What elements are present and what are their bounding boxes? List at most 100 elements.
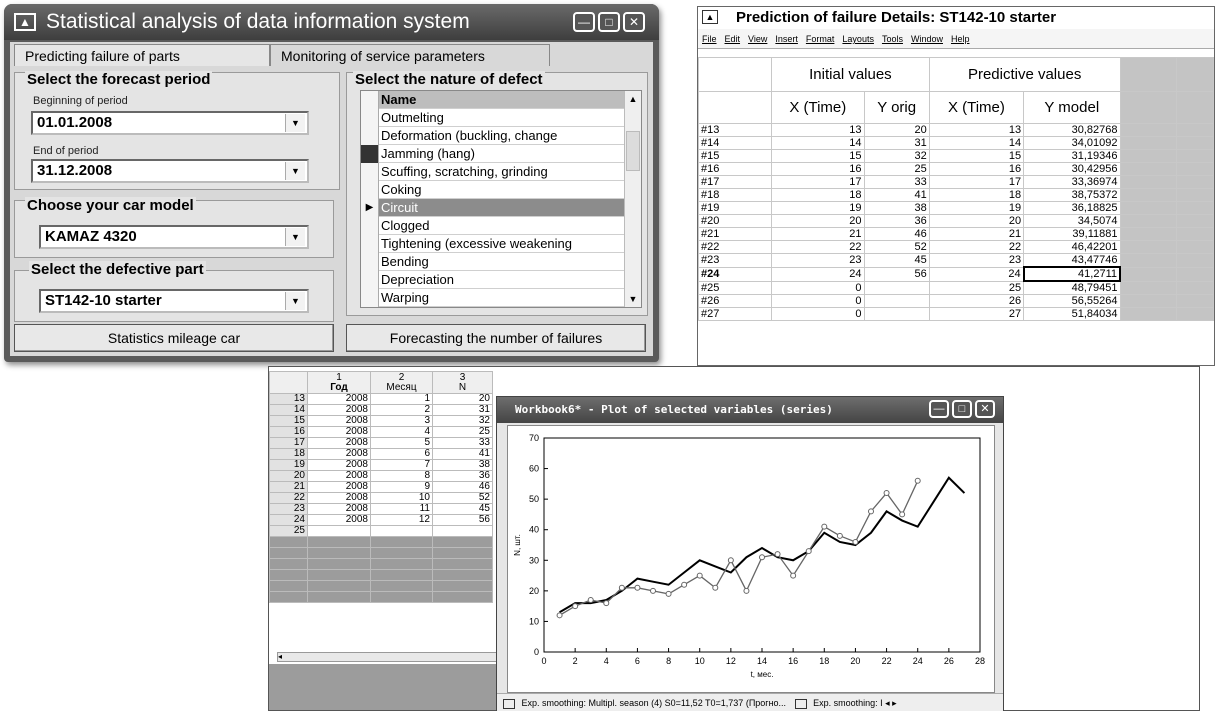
cell-y-model[interactable]: 34,5074 bbox=[1023, 214, 1121, 228]
cell-year[interactable] bbox=[307, 525, 371, 537]
scroll-left-icon[interactable]: ◂ bbox=[278, 652, 282, 661]
cell-year[interactable]: 2008 bbox=[307, 470, 371, 482]
chevron-down-icon[interactable]: ▼ bbox=[285, 114, 305, 132]
defect-list-scrollbar[interactable]: ▲ ▼ bbox=[624, 91, 641, 307]
cell-year[interactable]: 2008 bbox=[307, 415, 371, 427]
tab-predicting-failure[interactable]: Predicting failure of parts bbox=[14, 44, 270, 66]
cell-x[interactable]: 14 bbox=[771, 136, 865, 150]
row-id[interactable]: #17 bbox=[698, 175, 773, 189]
row-id[interactable]: #26 bbox=[698, 294, 773, 308]
cell-n[interactable]: 36 bbox=[432, 470, 493, 482]
end-date-field[interactable]: 31.12.2008 ▼ bbox=[31, 159, 309, 183]
cell-x-pred[interactable]: 25 bbox=[928, 280, 1025, 295]
cell-y-model[interactable]: 39,11881 bbox=[1023, 227, 1121, 241]
close-icon[interactable]: ✕ bbox=[975, 400, 995, 418]
row-number[interactable]: 24 bbox=[269, 514, 308, 526]
cell-y-model[interactable]: 30,42956 bbox=[1023, 162, 1121, 176]
cell-x[interactable]: 20 bbox=[771, 214, 865, 228]
cell-x[interactable]: 13 bbox=[771, 123, 865, 137]
table-row[interactable]: #16 16 25 16 30,42956 bbox=[698, 162, 1214, 176]
cell-y-model[interactable]: 48,79451 bbox=[1023, 280, 1121, 295]
defective-part-select[interactable]: ST142-10 starter ▼ bbox=[39, 289, 309, 313]
forecast-failures-button[interactable]: Forecasting the number of failures bbox=[346, 324, 646, 352]
close-icon[interactable]: ✕ bbox=[623, 12, 645, 32]
list-item[interactable]: Jamming (hang) bbox=[361, 145, 625, 163]
statistics-mileage-button[interactable]: Statistics mileage car bbox=[14, 324, 334, 352]
cell-x-pred[interactable]: 18 bbox=[928, 188, 1025, 202]
menu-edit[interactable]: Edit bbox=[725, 29, 741, 48]
cell-x-pred[interactable]: 22 bbox=[928, 240, 1025, 254]
cell-year[interactable]: 2008 bbox=[307, 514, 371, 526]
cell-x-pred[interactable]: 19 bbox=[928, 201, 1025, 215]
row-id[interactable]: #20 bbox=[698, 214, 773, 228]
list-item[interactable]: Warping bbox=[361, 289, 625, 307]
table-row[interactable]: 25 bbox=[269, 525, 493, 537]
cell-y-orig[interactable]: 56 bbox=[863, 266, 930, 282]
row-number[interactable]: 14 bbox=[269, 404, 308, 416]
table-row[interactable]: 18 2008 6 41 bbox=[269, 448, 493, 460]
table-row[interactable]: #13 13 20 13 30,82768 bbox=[698, 123, 1214, 137]
row-id[interactable]: #21 bbox=[698, 227, 773, 241]
cell-y-model[interactable]: 43,47746 bbox=[1023, 253, 1121, 268]
cell-year[interactable]: 2008 bbox=[307, 492, 371, 504]
row-id[interactable]: #27 bbox=[698, 307, 773, 321]
row-id[interactable]: #24 bbox=[698, 266, 773, 282]
table-row[interactable]: 17 2008 5 33 bbox=[269, 437, 493, 449]
row-number[interactable]: 15 bbox=[269, 415, 308, 427]
table-row[interactable]: #15 15 32 15 31,19346 bbox=[698, 149, 1214, 163]
cell-x[interactable]: 0 bbox=[771, 307, 865, 321]
cell-month[interactable]: 8 bbox=[370, 470, 433, 482]
cell-y-orig[interactable]: 32 bbox=[863, 149, 930, 163]
cell-month[interactable]: 5 bbox=[370, 437, 433, 449]
maximize-icon[interactable]: □ bbox=[598, 12, 620, 32]
row-id[interactable]: #19 bbox=[698, 201, 773, 215]
cell-n[interactable]: 56 bbox=[432, 514, 493, 526]
scroll-down-icon[interactable]: ▼ bbox=[625, 291, 641, 307]
table-row[interactable]: #21 21 46 21 39,11881 bbox=[698, 227, 1214, 241]
row-number[interactable]: 23 bbox=[269, 503, 308, 515]
row-number[interactable]: 19 bbox=[269, 459, 308, 471]
row-number[interactable]: 21 bbox=[269, 481, 308, 493]
table-row[interactable]: #25 0 25 48,79451 bbox=[698, 280, 1214, 295]
cell-x-pred[interactable]: 26 bbox=[928, 294, 1025, 308]
cell-y-orig[interactable]: 25 bbox=[863, 162, 930, 176]
row-id[interactable]: #15 bbox=[698, 149, 773, 163]
cell-year[interactable]: 2008 bbox=[307, 404, 371, 416]
row-id[interactable]: #25 bbox=[698, 280, 773, 295]
cell-y-model[interactable]: 36,18825 bbox=[1023, 201, 1121, 215]
cell-y-orig[interactable]: 36 bbox=[863, 214, 930, 228]
row-id[interactable]: #14 bbox=[698, 136, 773, 150]
cell-x-pred[interactable]: 17 bbox=[928, 175, 1025, 189]
row-number[interactable]: 13 bbox=[269, 393, 308, 405]
cell-x[interactable]: 0 bbox=[771, 294, 865, 308]
row-number[interactable]: 17 bbox=[269, 437, 308, 449]
list-item[interactable]: Outmelting bbox=[361, 109, 625, 127]
cell-year[interactable]: 2008 bbox=[307, 437, 371, 449]
cell-y-orig[interactable]: 41 bbox=[863, 188, 930, 202]
cell-x[interactable]: 15 bbox=[771, 149, 865, 163]
row-number[interactable]: 18 bbox=[269, 448, 308, 460]
list-item[interactable]: Tightening (excessive weakening bbox=[361, 235, 625, 253]
cell-month[interactable]: 7 bbox=[370, 459, 433, 471]
cell-y-orig[interactable]: 20 bbox=[863, 123, 930, 137]
cell-n[interactable]: 45 bbox=[432, 503, 493, 515]
chevron-down-icon[interactable]: ▼ bbox=[285, 228, 305, 246]
list-item[interactable]: Clogged bbox=[361, 217, 625, 235]
row-number[interactable]: 25 bbox=[269, 525, 308, 537]
list-item[interactable]: Depreciation bbox=[361, 271, 625, 289]
status-tab-1[interactable]: Exp. smoothing: Multipl. season (4) S0=1… bbox=[522, 698, 787, 708]
cell-x[interactable]: 19 bbox=[771, 201, 865, 215]
cell-y-orig[interactable] bbox=[863, 307, 930, 321]
table-row[interactable]: 19 2008 7 38 bbox=[269, 459, 493, 471]
cell-x[interactable]: 24 bbox=[771, 266, 865, 282]
list-item-selected[interactable]: ▶ Circuit bbox=[361, 199, 625, 217]
cell-y-model[interactable]: 33,36974 bbox=[1023, 175, 1121, 189]
cell-y-orig[interactable]: 38 bbox=[863, 201, 930, 215]
menu-window[interactable]: Window bbox=[911, 29, 943, 48]
list-item[interactable]: Coking bbox=[361, 181, 625, 199]
cell-x[interactable]: 16 bbox=[771, 162, 865, 176]
table-row[interactable]: #27 0 27 51,84034 bbox=[698, 307, 1214, 321]
chevron-down-icon[interactable]: ▼ bbox=[285, 162, 305, 180]
minimize-icon[interactable]: — bbox=[929, 400, 949, 418]
cell-x-pred[interactable]: 27 bbox=[928, 307, 1025, 321]
